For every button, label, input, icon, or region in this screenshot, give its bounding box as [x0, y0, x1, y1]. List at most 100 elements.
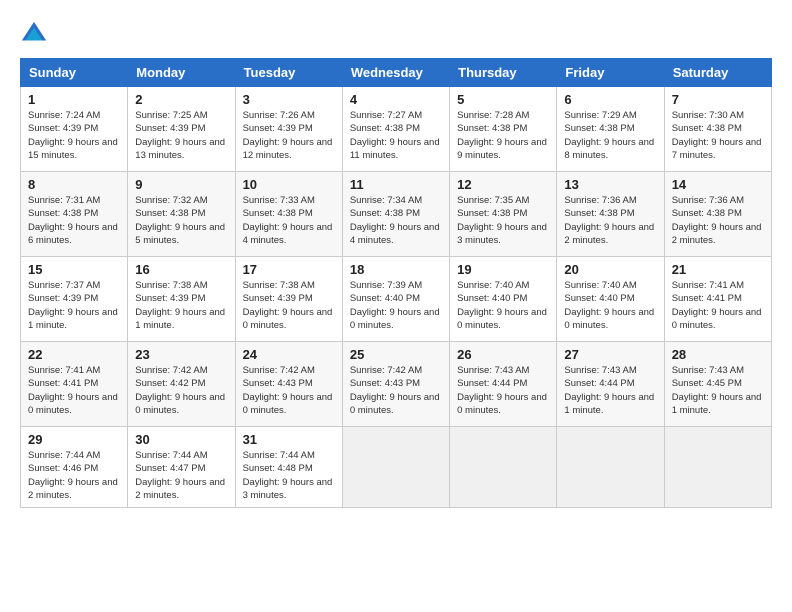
col-header-monday: Monday: [128, 59, 235, 87]
day-info: Sunrise: 7:43 AM Sunset: 4:44 PM Dayligh…: [564, 364, 656, 417]
day-info: Sunrise: 7:41 AM Sunset: 4:41 PM Dayligh…: [28, 364, 120, 417]
calendar-cell: 15 Sunrise: 7:37 AM Sunset: 4:39 PM Dayl…: [21, 257, 128, 342]
day-info: Sunrise: 7:26 AM Sunset: 4:39 PM Dayligh…: [243, 109, 335, 162]
logo-icon: [20, 20, 48, 48]
day-info: Sunrise: 7:38 AM Sunset: 4:39 PM Dayligh…: [243, 279, 335, 332]
day-number: 22: [28, 347, 120, 362]
day-info: Sunrise: 7:29 AM Sunset: 4:38 PM Dayligh…: [564, 109, 656, 162]
day-number: 19: [457, 262, 549, 277]
calendar-body: 1 Sunrise: 7:24 AM Sunset: 4:39 PM Dayli…: [21, 87, 772, 508]
day-number: 10: [243, 177, 335, 192]
calendar-cell: 1 Sunrise: 7:24 AM Sunset: 4:39 PM Dayli…: [21, 87, 128, 172]
day-info: Sunrise: 7:37 AM Sunset: 4:39 PM Dayligh…: [28, 279, 120, 332]
calendar-week-row: 15 Sunrise: 7:37 AM Sunset: 4:39 PM Dayl…: [21, 257, 772, 342]
calendar-cell: 30 Sunrise: 7:44 AM Sunset: 4:47 PM Dayl…: [128, 427, 235, 508]
day-number: 24: [243, 347, 335, 362]
day-info: Sunrise: 7:36 AM Sunset: 4:38 PM Dayligh…: [564, 194, 656, 247]
day-number: 31: [243, 432, 335, 447]
calendar-cell: 5 Sunrise: 7:28 AM Sunset: 4:38 PM Dayli…: [450, 87, 557, 172]
calendar-week-row: 8 Sunrise: 7:31 AM Sunset: 4:38 PM Dayli…: [21, 172, 772, 257]
day-number: 2: [135, 92, 227, 107]
calendar-cell: [450, 427, 557, 508]
day-info: Sunrise: 7:43 AM Sunset: 4:44 PM Dayligh…: [457, 364, 549, 417]
day-number: 4: [350, 92, 442, 107]
day-info: Sunrise: 7:30 AM Sunset: 4:38 PM Dayligh…: [672, 109, 764, 162]
col-header-wednesday: Wednesday: [342, 59, 449, 87]
calendar-cell: 8 Sunrise: 7:31 AM Sunset: 4:38 PM Dayli…: [21, 172, 128, 257]
day-number: 5: [457, 92, 549, 107]
calendar-cell: 12 Sunrise: 7:35 AM Sunset: 4:38 PM Dayl…: [450, 172, 557, 257]
calendar-cell: 21 Sunrise: 7:41 AM Sunset: 4:41 PM Dayl…: [664, 257, 771, 342]
day-info: Sunrise: 7:27 AM Sunset: 4:38 PM Dayligh…: [350, 109, 442, 162]
day-number: 26: [457, 347, 549, 362]
day-info: Sunrise: 7:28 AM Sunset: 4:38 PM Dayligh…: [457, 109, 549, 162]
calendar-cell: 29 Sunrise: 7:44 AM Sunset: 4:46 PM Dayl…: [21, 427, 128, 508]
day-number: 23: [135, 347, 227, 362]
calendar-cell: [557, 427, 664, 508]
calendar-cell: 6 Sunrise: 7:29 AM Sunset: 4:38 PM Dayli…: [557, 87, 664, 172]
col-header-friday: Friday: [557, 59, 664, 87]
day-number: 12: [457, 177, 549, 192]
calendar-cell: [342, 427, 449, 508]
calendar-cell: 22 Sunrise: 7:41 AM Sunset: 4:41 PM Dayl…: [21, 342, 128, 427]
header: [20, 20, 772, 48]
day-number: 16: [135, 262, 227, 277]
day-number: 6: [564, 92, 656, 107]
day-number: 18: [350, 262, 442, 277]
day-number: 9: [135, 177, 227, 192]
day-info: Sunrise: 7:31 AM Sunset: 4:38 PM Dayligh…: [28, 194, 120, 247]
day-info: Sunrise: 7:35 AM Sunset: 4:38 PM Dayligh…: [457, 194, 549, 247]
day-info: Sunrise: 7:24 AM Sunset: 4:39 PM Dayligh…: [28, 109, 120, 162]
day-number: 30: [135, 432, 227, 447]
day-info: Sunrise: 7:41 AM Sunset: 4:41 PM Dayligh…: [672, 279, 764, 332]
col-header-thursday: Thursday: [450, 59, 557, 87]
day-number: 1: [28, 92, 120, 107]
day-number: 20: [564, 262, 656, 277]
logo: [20, 20, 52, 48]
day-info: Sunrise: 7:43 AM Sunset: 4:45 PM Dayligh…: [672, 364, 764, 417]
day-info: Sunrise: 7:42 AM Sunset: 4:43 PM Dayligh…: [243, 364, 335, 417]
day-info: Sunrise: 7:44 AM Sunset: 4:46 PM Dayligh…: [28, 449, 120, 502]
col-header-sunday: Sunday: [21, 59, 128, 87]
day-info: Sunrise: 7:42 AM Sunset: 4:42 PM Dayligh…: [135, 364, 227, 417]
calendar-cell: 3 Sunrise: 7:26 AM Sunset: 4:39 PM Dayli…: [235, 87, 342, 172]
day-info: Sunrise: 7:32 AM Sunset: 4:38 PM Dayligh…: [135, 194, 227, 247]
day-number: 21: [672, 262, 764, 277]
calendar-week-row: 22 Sunrise: 7:41 AM Sunset: 4:41 PM Dayl…: [21, 342, 772, 427]
day-number: 29: [28, 432, 120, 447]
calendar-cell: 13 Sunrise: 7:36 AM Sunset: 4:38 PM Dayl…: [557, 172, 664, 257]
calendar-cell: 2 Sunrise: 7:25 AM Sunset: 4:39 PM Dayli…: [128, 87, 235, 172]
calendar-cell: 7 Sunrise: 7:30 AM Sunset: 4:38 PM Dayli…: [664, 87, 771, 172]
calendar-cell: 10 Sunrise: 7:33 AM Sunset: 4:38 PM Dayl…: [235, 172, 342, 257]
calendar-week-row: 29 Sunrise: 7:44 AM Sunset: 4:46 PM Dayl…: [21, 427, 772, 508]
day-number: 8: [28, 177, 120, 192]
day-info: Sunrise: 7:33 AM Sunset: 4:38 PM Dayligh…: [243, 194, 335, 247]
calendar-cell: 19 Sunrise: 7:40 AM Sunset: 4:40 PM Dayl…: [450, 257, 557, 342]
day-info: Sunrise: 7:34 AM Sunset: 4:38 PM Dayligh…: [350, 194, 442, 247]
day-number: 15: [28, 262, 120, 277]
calendar-cell: 23 Sunrise: 7:42 AM Sunset: 4:42 PM Dayl…: [128, 342, 235, 427]
calendar-cell: 9 Sunrise: 7:32 AM Sunset: 4:38 PM Dayli…: [128, 172, 235, 257]
calendar-cell: [664, 427, 771, 508]
calendar-cell: 20 Sunrise: 7:40 AM Sunset: 4:40 PM Dayl…: [557, 257, 664, 342]
calendar-cell: 26 Sunrise: 7:43 AM Sunset: 4:44 PM Dayl…: [450, 342, 557, 427]
day-info: Sunrise: 7:36 AM Sunset: 4:38 PM Dayligh…: [672, 194, 764, 247]
calendar-cell: 17 Sunrise: 7:38 AM Sunset: 4:39 PM Dayl…: [235, 257, 342, 342]
calendar-cell: 4 Sunrise: 7:27 AM Sunset: 4:38 PM Dayli…: [342, 87, 449, 172]
calendar-cell: 14 Sunrise: 7:36 AM Sunset: 4:38 PM Dayl…: [664, 172, 771, 257]
col-header-tuesday: Tuesday: [235, 59, 342, 87]
day-number: 25: [350, 347, 442, 362]
calendar-cell: 16 Sunrise: 7:38 AM Sunset: 4:39 PM Dayl…: [128, 257, 235, 342]
day-info: Sunrise: 7:38 AM Sunset: 4:39 PM Dayligh…: [135, 279, 227, 332]
calendar-cell: 24 Sunrise: 7:42 AM Sunset: 4:43 PM Dayl…: [235, 342, 342, 427]
day-number: 27: [564, 347, 656, 362]
calendar-week-row: 1 Sunrise: 7:24 AM Sunset: 4:39 PM Dayli…: [21, 87, 772, 172]
day-number: 14: [672, 177, 764, 192]
calendar-cell: 11 Sunrise: 7:34 AM Sunset: 4:38 PM Dayl…: [342, 172, 449, 257]
day-info: Sunrise: 7:42 AM Sunset: 4:43 PM Dayligh…: [350, 364, 442, 417]
calendar-table: SundayMondayTuesdayWednesdayThursdayFrid…: [20, 58, 772, 508]
day-number: 7: [672, 92, 764, 107]
day-info: Sunrise: 7:39 AM Sunset: 4:40 PM Dayligh…: [350, 279, 442, 332]
day-number: 28: [672, 347, 764, 362]
day-info: Sunrise: 7:25 AM Sunset: 4:39 PM Dayligh…: [135, 109, 227, 162]
